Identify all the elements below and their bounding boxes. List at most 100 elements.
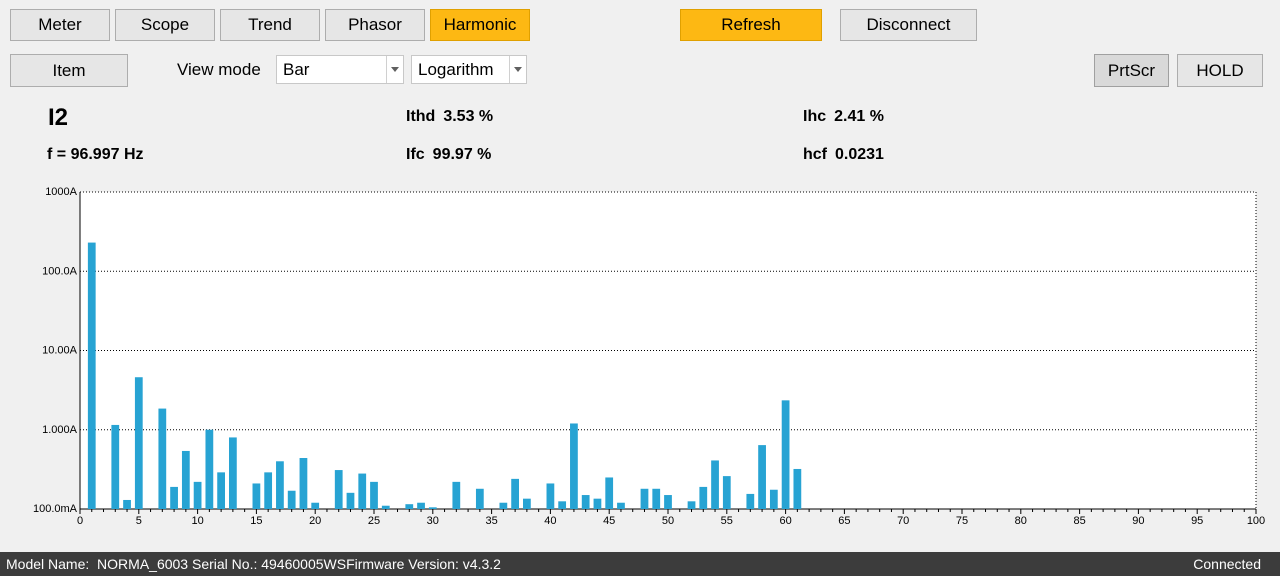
serial-value: 49460005WS [261,556,347,572]
device-info: Model Name: NORMA_6003 Serial No.: 49460… [6,556,501,572]
ifc-label: Ifc [406,146,425,163]
harmonic-bar [123,499,131,509]
harmonic-bar [581,495,590,509]
harmonic-bar [769,489,778,509]
harmonic-bar [299,458,308,509]
tab-trend[interactable]: Trend [220,9,320,41]
x-tick-label: 35 [485,515,497,527]
channel-name: I2 [48,104,69,131]
ithd-readout: Ithd 3.53 % [406,108,493,126]
x-tick-label: 65 [838,515,850,527]
harmonic-bar [499,502,508,509]
x-tick-label: 20 [309,515,321,527]
harmonic-bar [417,502,425,509]
harmonic-bar [570,423,578,509]
firmware-value: v4.3.2 [462,556,501,572]
harmonic-bar [640,488,649,509]
view-mode-select[interactable]: Bar [276,55,404,84]
harmonic-bar [134,377,143,509]
harmonic-bar [546,483,555,509]
harmonic-bar [793,468,802,509]
hcf-label: hcf [803,146,827,163]
x-tick-label: 50 [662,515,674,527]
ihc-value: 2.41 % [834,108,884,125]
harmonic-bar [170,486,178,509]
harmonic-bar [405,504,414,509]
x-tick-label: 30 [427,515,439,527]
harmonic-bar [158,408,167,509]
harmonic-bar [558,501,567,509]
harmonic-bar [287,490,296,509]
tab-phasor[interactable]: Phasor [325,9,425,41]
harmonic-bar [205,429,214,509]
item-button[interactable]: Item [10,54,128,87]
hold-button[interactable]: HOLD [1177,54,1263,87]
harmonic-bar [617,502,625,509]
harmonic-bar [687,501,696,509]
x-tick-label: 25 [368,515,380,527]
x-tick-label: 70 [897,515,909,527]
harmonic-bar [264,472,273,509]
harmonic-bar [87,242,96,509]
tab-scope[interactable]: Scope [115,9,215,41]
harmonic-bar [758,445,766,509]
x-tick-label: 0 [77,515,83,527]
serial-label: Serial No.: [191,556,258,572]
harmonic-bar [346,492,355,509]
harmonic-bar [428,507,437,509]
refresh-button[interactable]: Refresh [680,9,822,41]
ithd-label: Ithd [406,108,436,125]
x-tick-label: 45 [603,515,615,527]
status-bar: Model Name: NORMA_6003 Serial No.: 49460… [0,552,1280,576]
harmonic-bar [358,473,367,509]
connection-status: Connected [1193,556,1261,572]
harmonic-bar [664,495,672,509]
x-tick-label: 95 [1191,515,1203,527]
prtscr-button[interactable]: PrtScr [1094,54,1169,87]
harmonic-bar [381,505,390,509]
harmonic-bar [605,477,614,509]
model-value: NORMA_6003 [97,556,189,572]
hcf-readout: hcf 0.0231 [803,146,884,164]
ihc-readout: Ihc 2.41 % [803,108,884,126]
harmonic-bar [722,476,731,509]
harmonic-bar [593,498,602,509]
y-tick-label: 100.0mA [33,503,78,515]
harmonic-bar [276,461,284,509]
harmonic-bar [311,502,320,509]
x-tick-label: 85 [1073,515,1085,527]
x-tick-label: 15 [250,515,262,527]
ifc-readout: Ifc 99.97 % [406,146,491,164]
harmonic-bar [193,481,202,509]
harmonic-bar [334,470,343,509]
harmonic-bar [181,450,190,509]
disconnect-button[interactable]: Disconnect [840,9,977,41]
model-label: Model Name: [6,556,90,572]
firmware-label: Firmware Version: [346,556,459,572]
harmonic-bar [746,493,755,509]
chevron-down-icon [509,56,526,83]
tab-meter[interactable]: Meter [10,9,110,41]
x-tick-label: 60 [779,515,791,527]
view-mode-label: View mode [177,60,261,79]
harmonic-bar [228,437,237,509]
y-tick-label: 10.00A [42,345,78,357]
frequency-readout: f = 96.997 Hz [47,146,144,163]
x-tick-label: 75 [956,515,968,527]
x-tick-label: 80 [1015,515,1027,527]
harmonic-bar [252,483,261,509]
x-tick-label: 55 [721,515,733,527]
harmonic-bar-chart: 100.0mA 1.000A 10.00A 100.0A 1000A 0 5 10 15 20 25… [33,186,1265,527]
harmonic-bar [370,481,378,509]
harmonic-bar [781,400,790,509]
harmonic-bar [522,498,531,509]
y-tick-label: 1000A [45,186,77,198]
harmonic-bar [699,486,708,509]
harmonic-bar [217,472,226,509]
y-tick-label: 1.000A [42,424,78,436]
scale-select[interactable]: Logarithm [411,55,527,84]
tab-harmonic[interactable]: Harmonic [430,9,530,41]
hcf-value: 0.0231 [835,146,884,163]
x-tick-label: 40 [544,515,556,527]
y-tick-label: 100.0A [42,265,78,277]
